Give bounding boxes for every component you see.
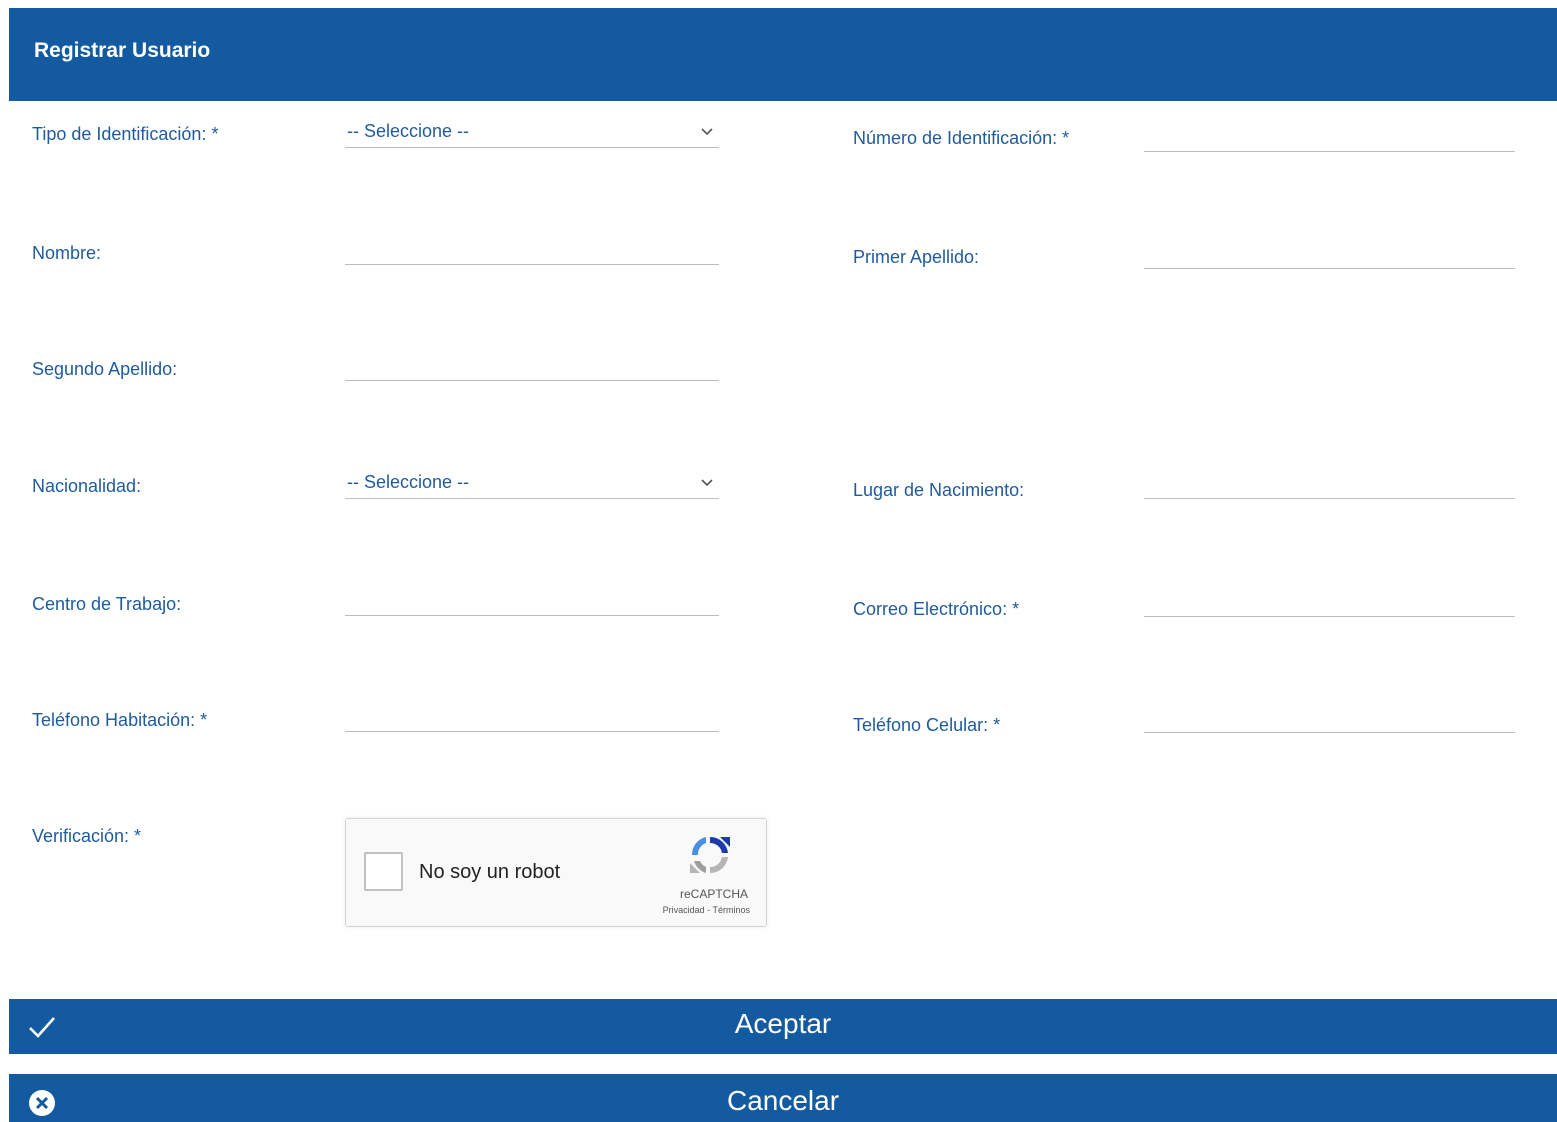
telefono-habitacion-label: Teléfono Habitación: * bbox=[32, 710, 208, 730]
header-bar: Registrar Usuario bbox=[9, 8, 1557, 101]
tipo-identificacion-label: Tipo de Identificación: * bbox=[32, 124, 219, 144]
numero-identificacion-field[interactable] bbox=[1144, 122, 1515, 152]
nacionalidad-select[interactable]: -- Seleccione -- bbox=[345, 469, 719, 499]
segundo-apellido-field[interactable] bbox=[345, 351, 719, 381]
chevron-down-icon bbox=[701, 479, 713, 487]
centro-trabajo-field[interactable] bbox=[345, 586, 719, 616]
nombre-label: Nombre: bbox=[32, 243, 102, 263]
numero-identificacion-input[interactable] bbox=[1144, 122, 1515, 151]
cancel-button[interactable]: Cancelar bbox=[9, 1074, 1557, 1122]
centro-trabajo-input[interactable] bbox=[345, 586, 719, 615]
correo-label: Correo Electrónico: * bbox=[853, 599, 1020, 619]
lugar-nacimiento-label: Lugar de Nacimiento: bbox=[853, 480, 1025, 500]
nombre-input[interactable] bbox=[345, 235, 719, 264]
accept-button[interactable]: Aceptar bbox=[9, 999, 1557, 1054]
tipo-identificacion-value: -- Seleccione -- bbox=[347, 121, 470, 141]
correo-input[interactable] bbox=[1144, 587, 1515, 616]
primer-apellido-label: Primer Apellido: bbox=[853, 247, 980, 267]
recaptcha-links[interactable]: Privacidad - Términos bbox=[663, 905, 750, 915]
telefono-habitacion-field[interactable] bbox=[345, 702, 719, 732]
recaptcha-label: No soy un robot bbox=[419, 861, 561, 883]
telefono-celular-field[interactable] bbox=[1144, 703, 1515, 733]
chevron-down-icon bbox=[701, 128, 713, 136]
tipo-identificacion-select[interactable]: -- Seleccione -- bbox=[345, 118, 719, 148]
register-user-page: Registrar Usuario Tipo de Identificación… bbox=[0, 0, 1557, 1122]
nombre-field[interactable] bbox=[345, 235, 719, 265]
correo-field[interactable] bbox=[1144, 587, 1515, 617]
recaptcha-checkbox[interactable] bbox=[364, 852, 403, 891]
lugar-nacimiento-field[interactable] bbox=[1144, 469, 1515, 499]
recaptcha-logo-icon bbox=[690, 836, 730, 874]
primer-apellido-input[interactable] bbox=[1144, 239, 1515, 268]
telefono-celular-label: Teléfono Celular: * bbox=[853, 715, 1001, 735]
lugar-nacimiento-input[interactable] bbox=[1144, 469, 1515, 498]
page-title: Registrar Usuario bbox=[34, 39, 211, 62]
telefono-habitacion-input[interactable] bbox=[345, 702, 719, 731]
nacionalidad-value: -- Seleccione -- bbox=[347, 472, 470, 492]
recaptcha-widget: No soy un robot reCAPTCHA Privacidad - T… bbox=[345, 818, 767, 927]
cancel-button-label: Cancelar bbox=[726, 1085, 840, 1116]
nacionalidad-label: Nacionalidad: bbox=[32, 476, 142, 496]
segundo-apellido-label: Segundo Apellido: bbox=[32, 359, 178, 379]
recaptcha-brand: reCAPTCHA bbox=[679, 887, 748, 901]
telefono-celular-input[interactable] bbox=[1144, 703, 1515, 732]
verificacion-label: Verificación: * bbox=[32, 826, 142, 846]
centro-trabajo-label: Centro de Trabajo: bbox=[32, 594, 182, 614]
numero-identificacion-label: Número de Identificación: * bbox=[853, 128, 1070, 148]
accept-button-label: Aceptar bbox=[734, 1008, 832, 1039]
segundo-apellido-input[interactable] bbox=[345, 351, 719, 380]
primer-apellido-field[interactable] bbox=[1144, 239, 1515, 269]
